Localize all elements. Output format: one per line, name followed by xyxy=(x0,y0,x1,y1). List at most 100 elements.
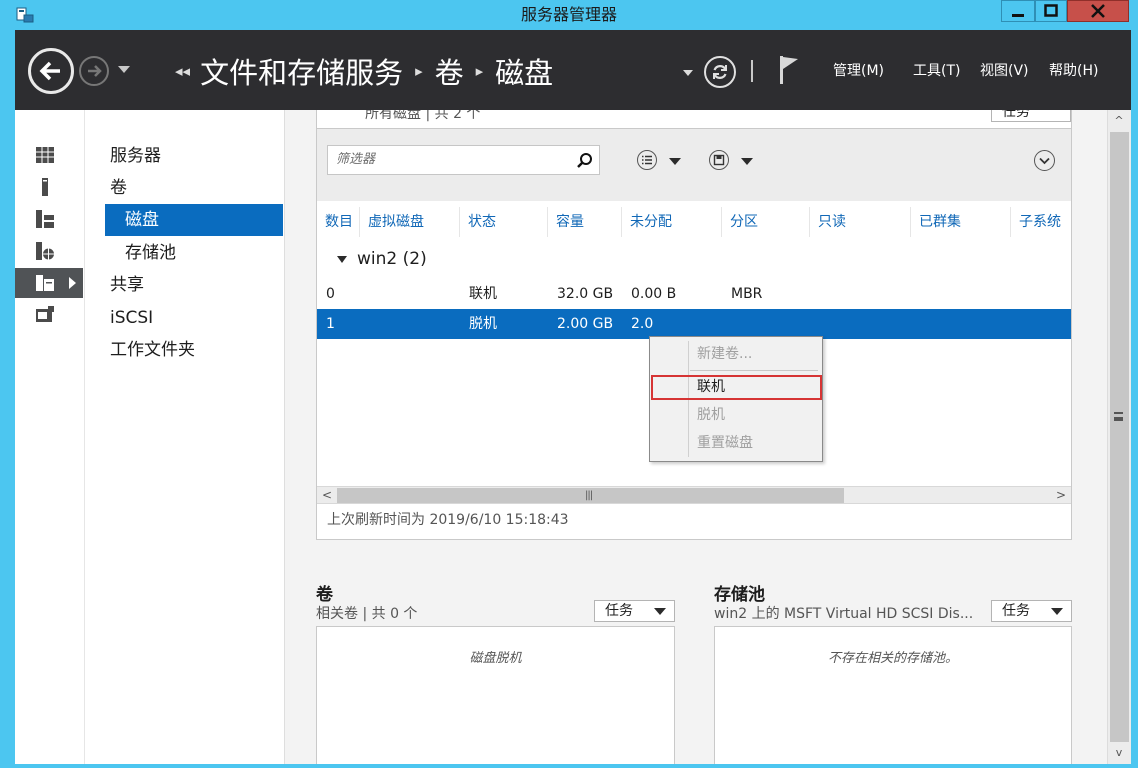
column-header-clustered[interactable]: 已群集 xyxy=(911,207,1011,237)
tasks-dropdown-icon xyxy=(1051,608,1063,615)
header-bar: ◂◂ 文件和存储服务 ▸ 卷 ▸ 磁盘 管理(M) 工具(T) 视图(V) 帮助… xyxy=(15,30,1131,110)
last-refresh-time: 上次刷新时间为 2019/6/10 15:18:43 xyxy=(327,512,569,528)
breadcrumb-item-disks[interactable]: 磁盘 xyxy=(495,50,553,92)
filter-input[interactable]: 筛选器 xyxy=(327,145,600,175)
cell-unallocated: 0.00 B xyxy=(631,286,677,302)
header-divider xyxy=(751,60,753,82)
context-menu-item-online[interactable]: 联机 xyxy=(697,376,725,398)
column-header-number[interactable]: 数目 xyxy=(317,207,360,237)
disks-panel: 筛选器 数目 虚拟磁盘 状态 容量 未分配 分区 只读 已群集 子系统 win2… xyxy=(316,128,1072,540)
refresh-icon xyxy=(713,65,727,79)
breadcrumb-separator-icon: ▸ xyxy=(475,62,484,80)
volumes-panel: 磁盘脱机 xyxy=(316,626,675,764)
horizontal-scrollbar[interactable]: < ||| > xyxy=(317,486,1071,504)
breadcrumb: ◂◂ 文件和存储服务 ▸ 卷 ▸ 磁盘 xyxy=(175,50,553,92)
tree-item-servers[interactable]: 服务器 xyxy=(110,140,161,172)
tree-item-shares[interactable]: 共享 xyxy=(110,269,144,301)
title-bar[interactable]: 服务器管理器 xyxy=(0,0,1138,30)
scroll-down-arrow-icon[interactable]: v xyxy=(1108,744,1130,762)
dashboard-grid-icon xyxy=(36,147,54,163)
breadcrumb-dropdown-icon[interactable] xyxy=(683,70,693,76)
back-button[interactable] xyxy=(28,48,74,94)
column-header-virtual-disk[interactable]: 虚拟磁盘 xyxy=(360,207,460,237)
minimize-icon xyxy=(1012,14,1024,17)
scroll-grip-icon: ||| xyxy=(585,490,593,501)
expand-button[interactable] xyxy=(1034,150,1055,171)
server-group-icon xyxy=(36,210,54,228)
column-header-status[interactable]: 状态 xyxy=(460,207,548,237)
minimize-button[interactable] xyxy=(1001,0,1035,22)
search-icon[interactable] xyxy=(576,152,593,169)
column-header-partition[interactable]: 分区 xyxy=(722,207,810,237)
pools-section-title: 存储池 xyxy=(714,585,765,605)
save-query-dropdown-icon[interactable] xyxy=(741,158,753,165)
menu-view[interactable]: 视图(V) xyxy=(980,60,1029,80)
notifications-flag-icon[interactable] xyxy=(778,54,802,86)
volumes-tasks-button[interactable]: 任务 xyxy=(594,600,675,622)
list-options-button[interactable] xyxy=(637,150,657,170)
list-icon xyxy=(642,155,652,165)
tree-item-iscsi[interactable]: iSCSI xyxy=(110,302,153,334)
pools-tasks-label: 任务 xyxy=(1002,603,1030,619)
rail-all-servers[interactable] xyxy=(15,204,83,234)
icon-rail xyxy=(15,110,85,764)
pools-tasks-button[interactable]: 任务 xyxy=(991,600,1072,622)
column-header-subsystem[interactable]: 子系统 xyxy=(1011,207,1071,237)
column-header-read-only[interactable]: 只读 xyxy=(810,207,911,237)
context-menu-item-reset-disk[interactable]: 重置磁盘 xyxy=(697,432,753,454)
server-globe-icon xyxy=(36,242,54,260)
context-menu-separator xyxy=(690,370,818,371)
scroll-up-arrow-icon[interactable]: ^ xyxy=(1108,112,1130,130)
menu-tools[interactable]: 工具(T) xyxy=(913,60,960,80)
maximize-button[interactable] xyxy=(1035,0,1067,22)
disks-tasks-button[interactable]: 任务 xyxy=(991,110,1071,122)
scroll-right-arrow-icon[interactable]: > xyxy=(1051,487,1071,503)
close-button[interactable] xyxy=(1067,0,1129,22)
rail-file-storage[interactable] xyxy=(15,268,83,298)
column-header-capacity[interactable]: 容量 xyxy=(548,207,622,237)
save-query-button[interactable] xyxy=(709,150,729,170)
tree-item-work-folders[interactable]: 工作文件夹 xyxy=(110,334,195,366)
disk-context-menu: 新建卷... 联机 脱机 重置磁盘 xyxy=(649,336,823,462)
disks-toolbar: 筛选器 xyxy=(317,129,1071,201)
volumes-subtitle: 相关卷 | 共 0 个 xyxy=(316,606,418,622)
forward-button[interactable] xyxy=(79,56,109,86)
save-icon xyxy=(713,154,725,166)
table-row[interactable]: 0 联机 32.0 GB 0.00 B MBR xyxy=(317,279,1071,309)
cell-unallocated: 2.0 xyxy=(631,316,654,332)
column-header-unallocated[interactable]: 未分配 xyxy=(622,207,722,237)
breadcrumb-item-volumes[interactable]: 卷 xyxy=(435,50,464,92)
file-storage-icon xyxy=(36,275,54,291)
rail-local-server[interactable] xyxy=(15,172,83,202)
breadcrumb-back-chevron-icon[interactable]: ◂◂ xyxy=(175,62,190,80)
tree-item-disks[interactable]: 磁盘 xyxy=(105,204,283,236)
cell-number: 1 xyxy=(326,316,335,332)
list-options-dropdown-icon[interactable] xyxy=(669,158,681,165)
refresh-button[interactable] xyxy=(704,56,736,88)
restore-icon xyxy=(1044,4,1058,17)
rail-dashboard[interactable] xyxy=(15,140,83,170)
history-dropdown-icon[interactable] xyxy=(118,66,130,73)
collapse-triangle-icon[interactable] xyxy=(337,255,347,263)
menu-help[interactable]: 帮助(H) xyxy=(1049,60,1098,80)
pools-subtitle: win2 上的 MSFT Virtual HD SCSI Dis... xyxy=(714,606,974,622)
scroll-left-arrow-icon[interactable]: < xyxy=(317,487,337,503)
tree-item-storage-pools[interactable]: 存储池 xyxy=(125,237,176,269)
cell-partition: MBR xyxy=(731,286,763,302)
rail-rds[interactable] xyxy=(15,300,83,330)
close-icon xyxy=(1091,4,1105,18)
cell-status: 脱机 xyxy=(469,316,497,332)
tree-item-volumes[interactable]: 卷 xyxy=(110,172,127,204)
group-header-win2[interactable]: win2 (2) xyxy=(337,249,427,269)
vertical-scrollbar[interactable]: ^ v xyxy=(1107,110,1131,764)
vertical-scroll-thumb[interactable] xyxy=(1110,132,1129,742)
chevron-down-icon xyxy=(1039,157,1050,164)
context-menu-item-offline[interactable]: 脱机 xyxy=(697,404,725,426)
breadcrumb-item-file-storage[interactable]: 文件和存储服务 xyxy=(200,50,403,92)
volumes-section-title: 卷 xyxy=(316,585,333,605)
breadcrumb-separator-icon: ▸ xyxy=(415,62,423,80)
context-menu-item-new-volume[interactable]: 新建卷... xyxy=(697,343,752,365)
rail-iis[interactable] xyxy=(15,236,83,266)
table-row-selected[interactable]: 1 脱机 2.00 GB 2.0 xyxy=(317,309,1071,339)
menu-manage[interactable]: 管理(M) xyxy=(833,60,884,80)
